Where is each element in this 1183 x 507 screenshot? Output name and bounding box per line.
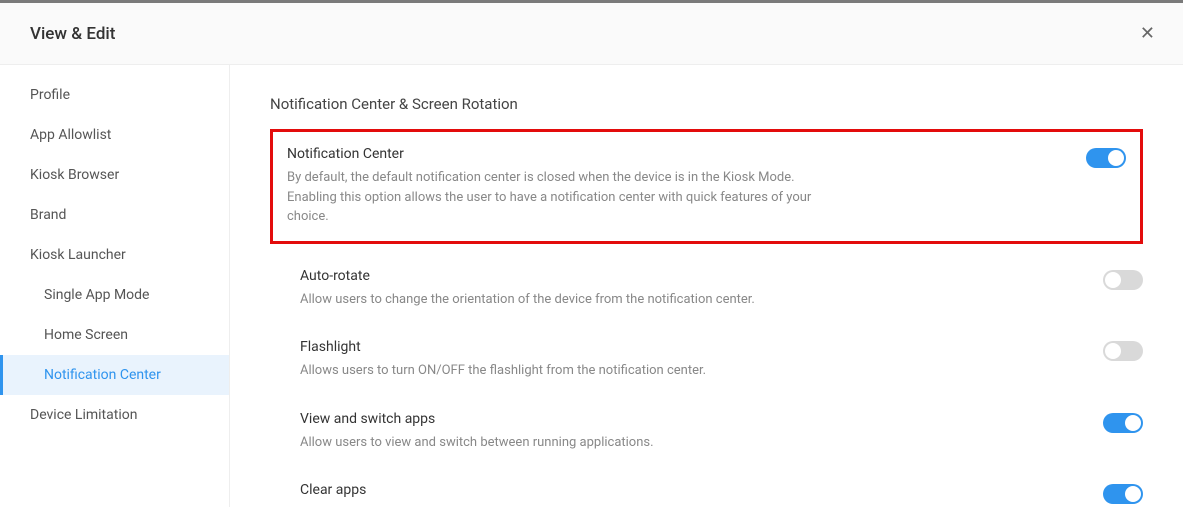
setting-text: View and switch apps Allow users to view… — [300, 411, 860, 453]
sidebar-item-single-app-mode[interactable]: Single App Mode — [0, 275, 229, 315]
setting-text: Auto-rotate Allow users to change the or… — [300, 268, 860, 310]
sidebar-item-home-screen[interactable]: Home Screen — [0, 315, 229, 355]
toggle-auto-rotate[interactable] — [1103, 270, 1143, 290]
sidebar-item-label: Kiosk Browser — [30, 167, 119, 183]
sidebar-item-label: Device Limitation — [30, 407, 137, 423]
close-icon: ✕ — [1140, 23, 1155, 43]
header: View & Edit ✕ — [0, 3, 1183, 65]
setting-title-notification-center: Notification Center — [287, 146, 847, 162]
close-button[interactable]: ✕ — [1132, 19, 1163, 48]
toggle-clear-apps[interactable] — [1103, 484, 1143, 504]
sidebar-item-notification-center[interactable]: Notification Center — [0, 355, 229, 395]
setting-title-auto-rotate: Auto-rotate — [300, 268, 860, 284]
sidebar-item-label: Brand — [30, 207, 66, 223]
toggle-knob — [1105, 272, 1121, 288]
toggle-knob — [1125, 415, 1141, 431]
sidebar-item-device-limitation[interactable]: Device Limitation — [0, 395, 229, 435]
toggle-knob — [1125, 486, 1141, 502]
sidebar-item-label: Profile — [30, 87, 70, 103]
setting-desc-notification-center: By default, the default notification cen… — [287, 168, 847, 227]
toggle-view-switch[interactable] — [1103, 413, 1143, 433]
setting-text: Clear apps Allow users to clear applicat… — [300, 482, 860, 507]
toggle-knob — [1105, 343, 1121, 359]
sidebar-item-label: App Allowlist — [30, 127, 111, 143]
sidebar-item-profile[interactable]: Profile — [0, 75, 229, 115]
setting-title-view-switch: View and switch apps — [300, 411, 860, 427]
setting-text: Flashlight Allows users to turn ON/OFF t… — [300, 339, 860, 381]
setting-title-flashlight: Flashlight — [300, 339, 860, 355]
sidebar-item-label: Single App Mode — [44, 287, 149, 303]
layout: Profile App Allowlist Kiosk Browser Bran… — [0, 65, 1183, 507]
sidebar-item-label: Notification Center — [44, 367, 161, 383]
setting-desc-view-switch: Allow users to view and switch between r… — [300, 433, 860, 453]
setting-row-view-switch: View and switch apps Allow users to view… — [270, 411, 1143, 453]
toggle-flashlight[interactable] — [1103, 341, 1143, 361]
toggle-knob — [1108, 150, 1124, 166]
toggle-notification-center[interactable] — [1086, 148, 1126, 168]
sidebar-item-label: Kiosk Launcher — [30, 247, 126, 263]
setting-row-clear-apps: Clear apps Allow users to clear applicat… — [270, 482, 1143, 507]
section-title: Notification Center & Screen Rotation — [270, 95, 1143, 113]
sidebar-item-label: Home Screen — [44, 327, 128, 343]
sidebar-item-app-allowlist[interactable]: App Allowlist — [0, 115, 229, 155]
page-title: View & Edit — [30, 24, 115, 44]
sidebar: Profile App Allowlist Kiosk Browser Bran… — [0, 65, 230, 507]
setting-desc-auto-rotate: Allow users to change the orientation of… — [300, 290, 860, 310]
setting-title-clear-apps: Clear apps — [300, 482, 860, 498]
sidebar-item-kiosk-launcher[interactable]: Kiosk Launcher — [0, 235, 229, 275]
sidebar-item-kiosk-browser[interactable]: Kiosk Browser — [0, 155, 229, 195]
sidebar-item-brand[interactable]: Brand — [0, 195, 229, 235]
setting-row-auto-rotate: Auto-rotate Allow users to change the or… — [270, 268, 1143, 310]
highlight-box: Notification Center By default, the defa… — [270, 129, 1143, 244]
setting-text: Notification Center By default, the defa… — [287, 146, 847, 227]
content: Notification Center & Screen Rotation No… — [230, 65, 1183, 507]
setting-desc-flashlight: Allows users to turn ON/OFF the flashlig… — [300, 361, 860, 381]
setting-row-flashlight: Flashlight Allows users to turn ON/OFF t… — [270, 339, 1143, 381]
